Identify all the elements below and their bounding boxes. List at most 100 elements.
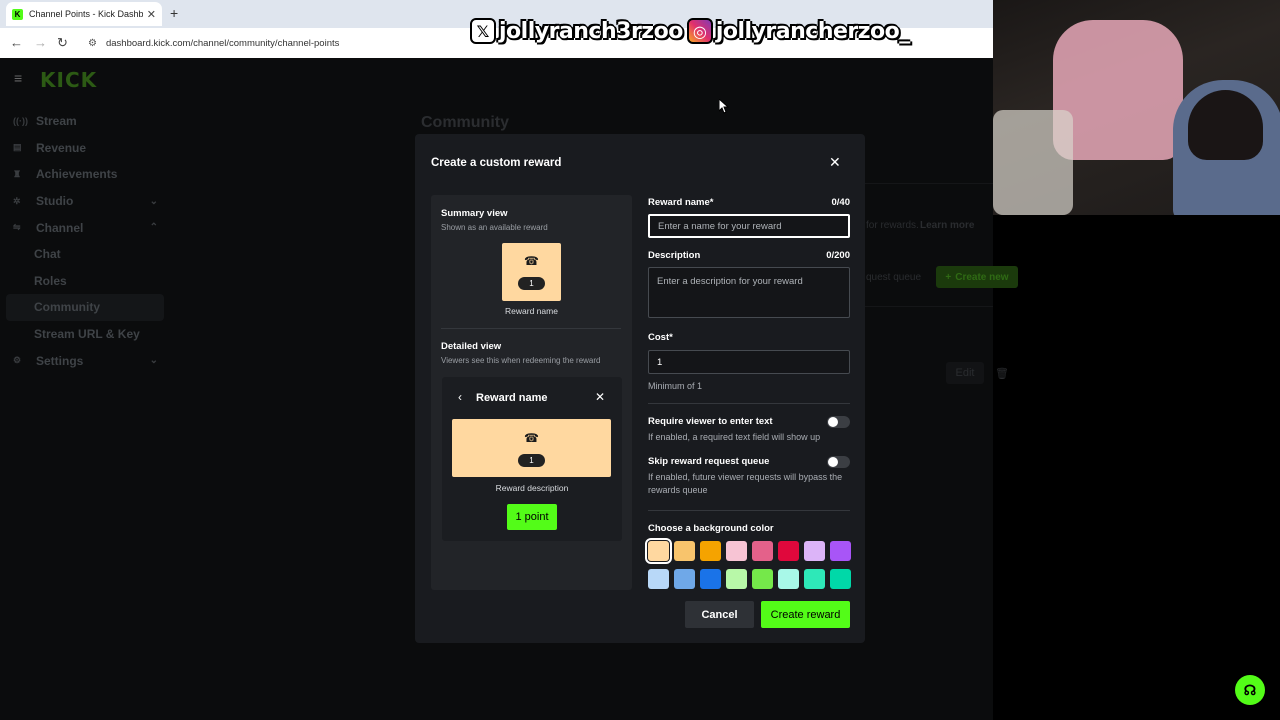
hair-shape [1188, 90, 1263, 160]
trophy-icon: ♜ [13, 168, 22, 179]
section-divider [648, 403, 850, 404]
detailed-view-subtitle: Viewers see this when redeeming the rewa… [441, 356, 601, 365]
reward-name-counter: 0/40 [831, 197, 851, 208]
gift-icon: ☎ [524, 254, 539, 268]
gear-icon: ⚙ [13, 355, 22, 366]
background-divider [865, 306, 993, 307]
sidebar-item-chat[interactable]: Chat [6, 241, 164, 268]
kick-favicon-icon: K [12, 8, 23, 20]
back-arrow-icon[interactable]: ← [10, 35, 23, 50]
cost-input[interactable] [648, 350, 850, 374]
close-icon: ✕ [595, 390, 606, 404]
color-swatch[interactable] [700, 541, 721, 561]
create-new-button[interactable]: + Create new [936, 266, 1018, 288]
detailed-reward-card: ‹ Reward name ✕ ☎ 1 Reward description 1… [442, 377, 622, 541]
description-label: Description [648, 250, 701, 261]
sidebar: ((·)) Stream ▤ Revenue ♜ Achievements ✲ Stud… [6, 108, 164, 374]
color-swatch[interactable] [726, 569, 747, 589]
color-swatch[interactable] [778, 541, 799, 561]
tab-title: Channel Points - Kick Dashboard [29, 9, 143, 19]
x-handle-text: jollyranch3rzoo [499, 18, 683, 44]
sidebar-item-label: Revenue [36, 140, 87, 155]
color-swatch[interactable] [645, 538, 672, 564]
background-hint-text: for rewards. [866, 220, 919, 231]
kick-logo: KICK [40, 68, 98, 92]
channel-icon: ⇋ [13, 222, 21, 233]
summary-reward-card: ☎ 1 [502, 243, 561, 301]
browser-tab[interactable]: K Channel Points - Kick Dashboard ✕ [6, 2, 162, 26]
create-new-label: Create new [955, 271, 1009, 283]
learn-more-link[interactable]: Learn more [920, 220, 974, 231]
color-swatch[interactable] [804, 569, 825, 589]
color-swatch[interactable] [830, 541, 851, 561]
color-swatch[interactable] [778, 569, 799, 589]
reward-name-input[interactable] [648, 214, 850, 238]
summary-reward-name: Reward name [505, 306, 558, 316]
trash-icon[interactable]: 🗑 [991, 362, 1013, 384]
sidebar-item-roles[interactable]: Roles [6, 268, 164, 295]
instagram-logo-icon: ◎ [686, 18, 713, 44]
site-info-icon[interactable]: ⚙ [88, 38, 97, 49]
sidebar-item-label: Studio [36, 194, 74, 209]
sidebar-item-channel[interactable]: ⇋ Channel ⌃ [6, 214, 164, 241]
broadcast-icon: ((·)) [13, 116, 28, 127]
background-divider [865, 183, 993, 184]
sidebar-item-label: Stream URL & Key [34, 327, 140, 342]
color-swatch[interactable] [648, 569, 669, 589]
tab-close-icon[interactable]: ✕ [147, 8, 156, 21]
instagram-handle-text: jollyrancherzoo_ [715, 18, 910, 44]
new-tab-button[interactable]: + [170, 5, 178, 21]
sidebar-item-settings[interactable]: ⚙ Settings ⌄ [6, 347, 164, 374]
sidebar-item-label: Community [34, 300, 100, 315]
chevron-down-icon: ⌄ [149, 355, 158, 367]
skip-queue-toggle[interactable] [827, 456, 850, 468]
require-text-help: If enabled, a required text field will s… [648, 432, 821, 442]
description-counter: 0/200 [826, 250, 850, 261]
summary-view-subtitle: Shown as an available reward [441, 223, 548, 232]
reload-icon[interactable]: ↻ [57, 35, 68, 51]
color-swatch[interactable] [752, 541, 773, 561]
background-queue-text: quest queue [866, 272, 922, 283]
sidebar-item-studio[interactable]: ✲ Studio ⌄ [6, 188, 164, 215]
bed-shape [993, 110, 1073, 215]
color-swatch[interactable] [752, 569, 773, 589]
sidebar-item-label: Stream [36, 114, 77, 129]
color-swatch[interactable] [674, 541, 695, 561]
sidebar-item-label: Channel [36, 220, 84, 235]
sidebar-item-label: Chat [34, 247, 61, 262]
cost-help-text: Minimum of 1 [648, 381, 703, 391]
sidebar-item-label: Achievements [36, 167, 118, 182]
sidebar-item-achievements[interactable]: ♜ Achievements [6, 161, 164, 188]
close-icon[interactable]: ✕ [829, 154, 841, 171]
sidebar-item-community[interactable]: Community [6, 294, 164, 321]
color-swatch[interactable] [804, 541, 825, 561]
sidebar-item-stream-url-key[interactable]: Stream URL & Key [6, 321, 164, 348]
x-logo-icon: 𝕏 [470, 18, 496, 44]
sidebar-item-revenue[interactable]: ▤ Revenue [6, 135, 164, 162]
color-swatch[interactable] [700, 569, 721, 589]
detailed-view-title: Detailed view [441, 341, 502, 352]
reward-name-label: Reward name* [648, 197, 714, 208]
edit-button[interactable]: Edit [946, 362, 984, 384]
url-text: dashboard.kick.com/channel/community/cha… [105, 37, 340, 49]
require-text-toggle[interactable] [827, 416, 850, 428]
skip-queue-label: Skip reward request queue [648, 456, 770, 467]
create-reward-button[interactable]: Create reward [761, 601, 850, 628]
color-picker-label: Choose a background color [648, 523, 774, 534]
color-swatch[interactable] [830, 569, 851, 589]
support-chat-icon[interactable]: ☊ [1235, 675, 1265, 705]
gift-icon: ☎ [524, 431, 539, 445]
page-title: Community [421, 114, 509, 131]
cancel-button[interactable]: Cancel [685, 601, 754, 628]
color-swatch[interactable] [726, 541, 747, 561]
description-input[interactable] [648, 267, 850, 318]
detail-reward-image: ☎ 1 [452, 419, 611, 477]
forward-arrow-icon[interactable]: → [34, 35, 47, 50]
cost-badge: 1 [518, 277, 545, 290]
instagram-handle: ◎ jollyrancherzoo_ [686, 18, 910, 44]
menu-icon[interactable]: ≡ [14, 70, 22, 86]
sidebar-item-stream[interactable]: ((·)) Stream [6, 108, 164, 135]
summary-view-title: Summary view [441, 208, 508, 219]
color-swatch[interactable] [674, 569, 695, 589]
skip-queue-help: If enabled, future viewer requests will … [648, 472, 843, 495]
